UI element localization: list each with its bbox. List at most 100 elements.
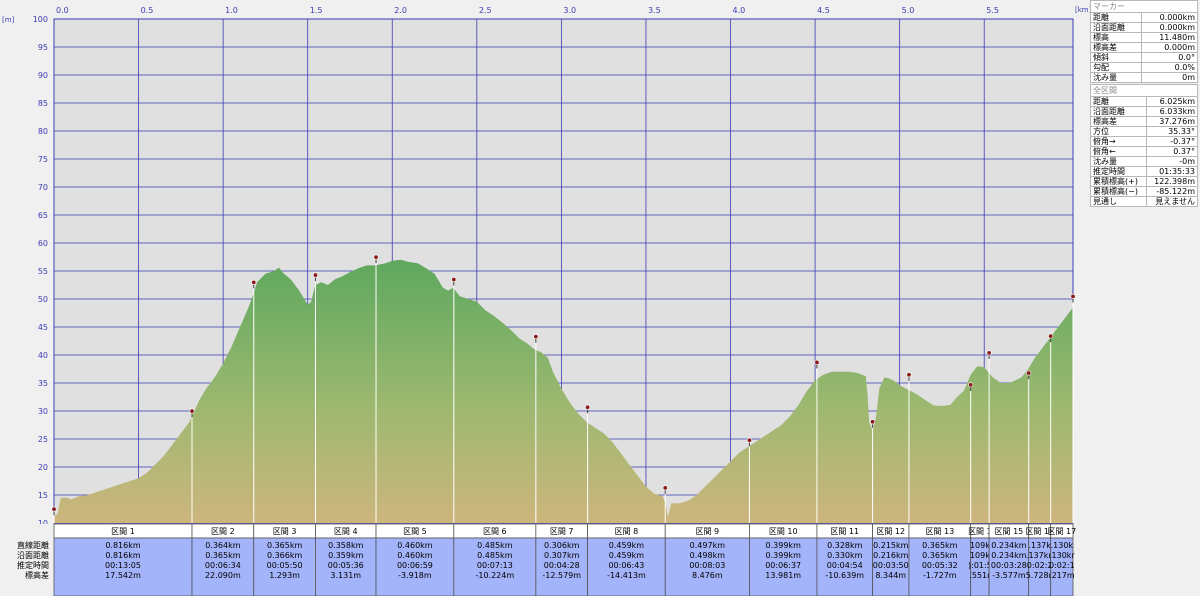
segment-name: 区間 17	[1047, 527, 1076, 536]
segment-surface-value: 0.307km	[544, 551, 580, 560]
segment-surface-value: 0.498km	[690, 551, 726, 560]
segment-time-value: 00:04:28	[544, 561, 580, 570]
y-tick-label: 70	[38, 183, 48, 192]
segment-surface-value: 0.366km	[267, 551, 303, 560]
x-tick-label: 3.5	[648, 6, 661, 15]
info-label: 標高差	[1090, 42, 1142, 53]
x-tick-label: 5.0	[902, 6, 915, 15]
marker-pin-head[interactable]	[814, 359, 820, 365]
marker-pin-head[interactable]	[585, 404, 591, 410]
segment-surface-value: 0.459km	[609, 551, 645, 560]
info-value: 0.000km	[1140, 12, 1199, 23]
x-tick-label: 5.5	[986, 6, 999, 15]
marker-pin-head[interactable]	[189, 408, 195, 414]
info-value: -85.122m	[1145, 186, 1199, 197]
segment-time-value: 00:03:28	[991, 561, 1027, 570]
segment-time-value: 00:03:50	[873, 561, 909, 570]
segment-elev-value: -10.224m	[475, 571, 514, 580]
segment-column[interactable]: 区間 7 0.306km0.307km00:04:28-12.579m	[535, 523, 589, 596]
segment-table: 直線距離沿面距離推定時間標高差区間 10.816km0.816km00:13:0…	[0, 523, 1076, 596]
segment-column[interactable]: 区間 150.234km0.234km00:03:28-3.577m	[988, 523, 1030, 596]
info-label: 沈み量	[1090, 72, 1142, 83]
info-row: 俯角← 0.37°	[1090, 146, 1199, 157]
segment-name: 区間 7	[550, 527, 574, 536]
segment-column[interactable]: 区間 4 0.358km0.359km00:05:363.131m	[315, 523, 377, 596]
marker-pin-head[interactable]	[451, 277, 457, 283]
marker-pin-head[interactable]	[746, 437, 752, 443]
marker-pin-head[interactable]	[251, 279, 257, 285]
segment-column[interactable]: 区間 100.399km0.399km00:06:3713.981m	[749, 523, 818, 596]
marker-pin-head[interactable]	[870, 419, 876, 425]
segment-column[interactable]: 区間 50.460km0.460km00:06:59-3.918m	[375, 523, 455, 596]
marker-pin-head[interactable]	[906, 372, 912, 378]
marker-pin-head[interactable]	[1070, 293, 1076, 299]
segment-time-value: 00:06:59	[397, 561, 433, 570]
info-label: 俯角←	[1090, 146, 1147, 157]
info-label: 累積標高(−)	[1090, 186, 1147, 197]
y-tick-label: 60	[38, 239, 48, 248]
info-row: 傾斜 0.0°	[1090, 52, 1199, 63]
marker-pin-head[interactable]	[1048, 333, 1054, 339]
y-tick-label: 40	[38, 351, 48, 360]
segment-column[interactable]: 区間 9 0.497km0.498km00:08:038.476m	[664, 523, 750, 596]
segment-elev-value: 17.542m	[105, 571, 141, 580]
segment-name: 区間 1	[968, 527, 992, 536]
info-value: 35.33°	[1145, 126, 1199, 137]
info-value: 0.000km	[1140, 22, 1199, 33]
segment-column[interactable]: 区間 10.816km0.816km00:13:0517.542m	[53, 523, 193, 596]
segment-straight-value: 0.365km	[922, 541, 958, 550]
segment-column[interactable]: 区間 12 0.215km0.216km00:03:508.344m	[872, 523, 910, 596]
info-label: 推定時間	[1090, 166, 1147, 177]
segment-time-value: 00:08:03	[689, 561, 725, 570]
marker-pin-head[interactable]	[51, 506, 57, 512]
x-unit-label: [km]	[1075, 6, 1090, 14]
segment-time-value: 00:07:13	[477, 561, 513, 570]
marker-pin-head[interactable]	[968, 382, 974, 388]
marker-pin-head[interactable]	[662, 485, 668, 491]
segment-surface-value: 0.485km	[477, 551, 513, 560]
segment-elev-value: -10.639m	[825, 571, 864, 580]
info-value: 0.37°	[1145, 146, 1199, 157]
segment-column[interactable]: 区間 1109k109k):01:5.551r	[968, 523, 992, 596]
info-value: 6.033km	[1145, 106, 1199, 117]
segment-time-value: ):01:5	[968, 561, 992, 570]
marker-pin-head[interactable]	[1026, 370, 1032, 376]
info-value: 0.0%	[1140, 62, 1199, 73]
info-row: 推定時間 01:35:33	[1090, 166, 1199, 177]
y-tick-label: 45	[38, 323, 48, 332]
segment-surface-value: 0.365km	[922, 551, 958, 560]
marker-pin-head[interactable]	[373, 254, 379, 260]
segment-column[interactable]: 区間 11 0.328km0.330km00:04:54-10.639m	[816, 523, 873, 596]
section-panel-title: 全区間	[1090, 84, 1198, 96]
y-tick-label: 80	[38, 127, 48, 136]
info-label: 累積標高(+)	[1090, 176, 1147, 187]
marker-pin-head[interactable]	[533, 334, 539, 340]
segment-straight-value: 0.328km	[827, 541, 863, 550]
segment-straight-value: 0.459km	[609, 541, 645, 550]
segment-column[interactable]: 区間 2 0.364km0.365km00:06:3422.090m	[191, 523, 255, 596]
segment-time-value: 00:04:54	[827, 561, 863, 570]
segment-name: 区間 11	[830, 527, 859, 536]
table-row-label-bg	[0, 524, 54, 596]
elevation-profile-chart: 0.0 0.5 1.0 1.5 2.0 2.5 3.0 3.5 4.0 4.5 5.0 5.5 101…	[0, 6, 1090, 596]
segment-straight-value: 0.365km	[267, 541, 303, 550]
segment-straight-value: 0.215km	[873, 541, 909, 550]
segment-straight-value: 0.399km	[766, 541, 802, 550]
segment-name: 区間 12	[876, 527, 905, 536]
segment-surface-value: 0.365km	[205, 551, 241, 560]
segment-name: 区間 6	[483, 527, 507, 536]
segment-column[interactable]: 区間 3 0.365km0.366km00:05:501.293m	[253, 523, 316, 596]
info-row: 方位 35.33°	[1090, 126, 1199, 137]
info-label: 距離	[1090, 12, 1142, 23]
marker-pin-head[interactable]	[312, 272, 318, 278]
segment-column[interactable]: 区間 130.365km0.365km00:05:32-1.727m	[908, 523, 972, 596]
info-label: 見通し	[1090, 196, 1147, 207]
segment-column[interactable]: 区間 17 .130k.130kr0:02:1.217m	[1047, 523, 1076, 596]
y-tick-label: 100	[33, 15, 48, 24]
info-value: 6.025km	[1145, 96, 1199, 107]
marker-pin-head[interactable]	[986, 350, 992, 356]
segment-surface-value: 0.359km	[328, 551, 364, 560]
segment-column[interactable]: 区間 60.485km0.485km00:07:13-10.224m	[453, 523, 537, 596]
segment-column[interactable]: 区間 80.459km0.459km00:06:43-14.413m	[587, 523, 666, 596]
info-label: 俯角→	[1090, 136, 1147, 147]
